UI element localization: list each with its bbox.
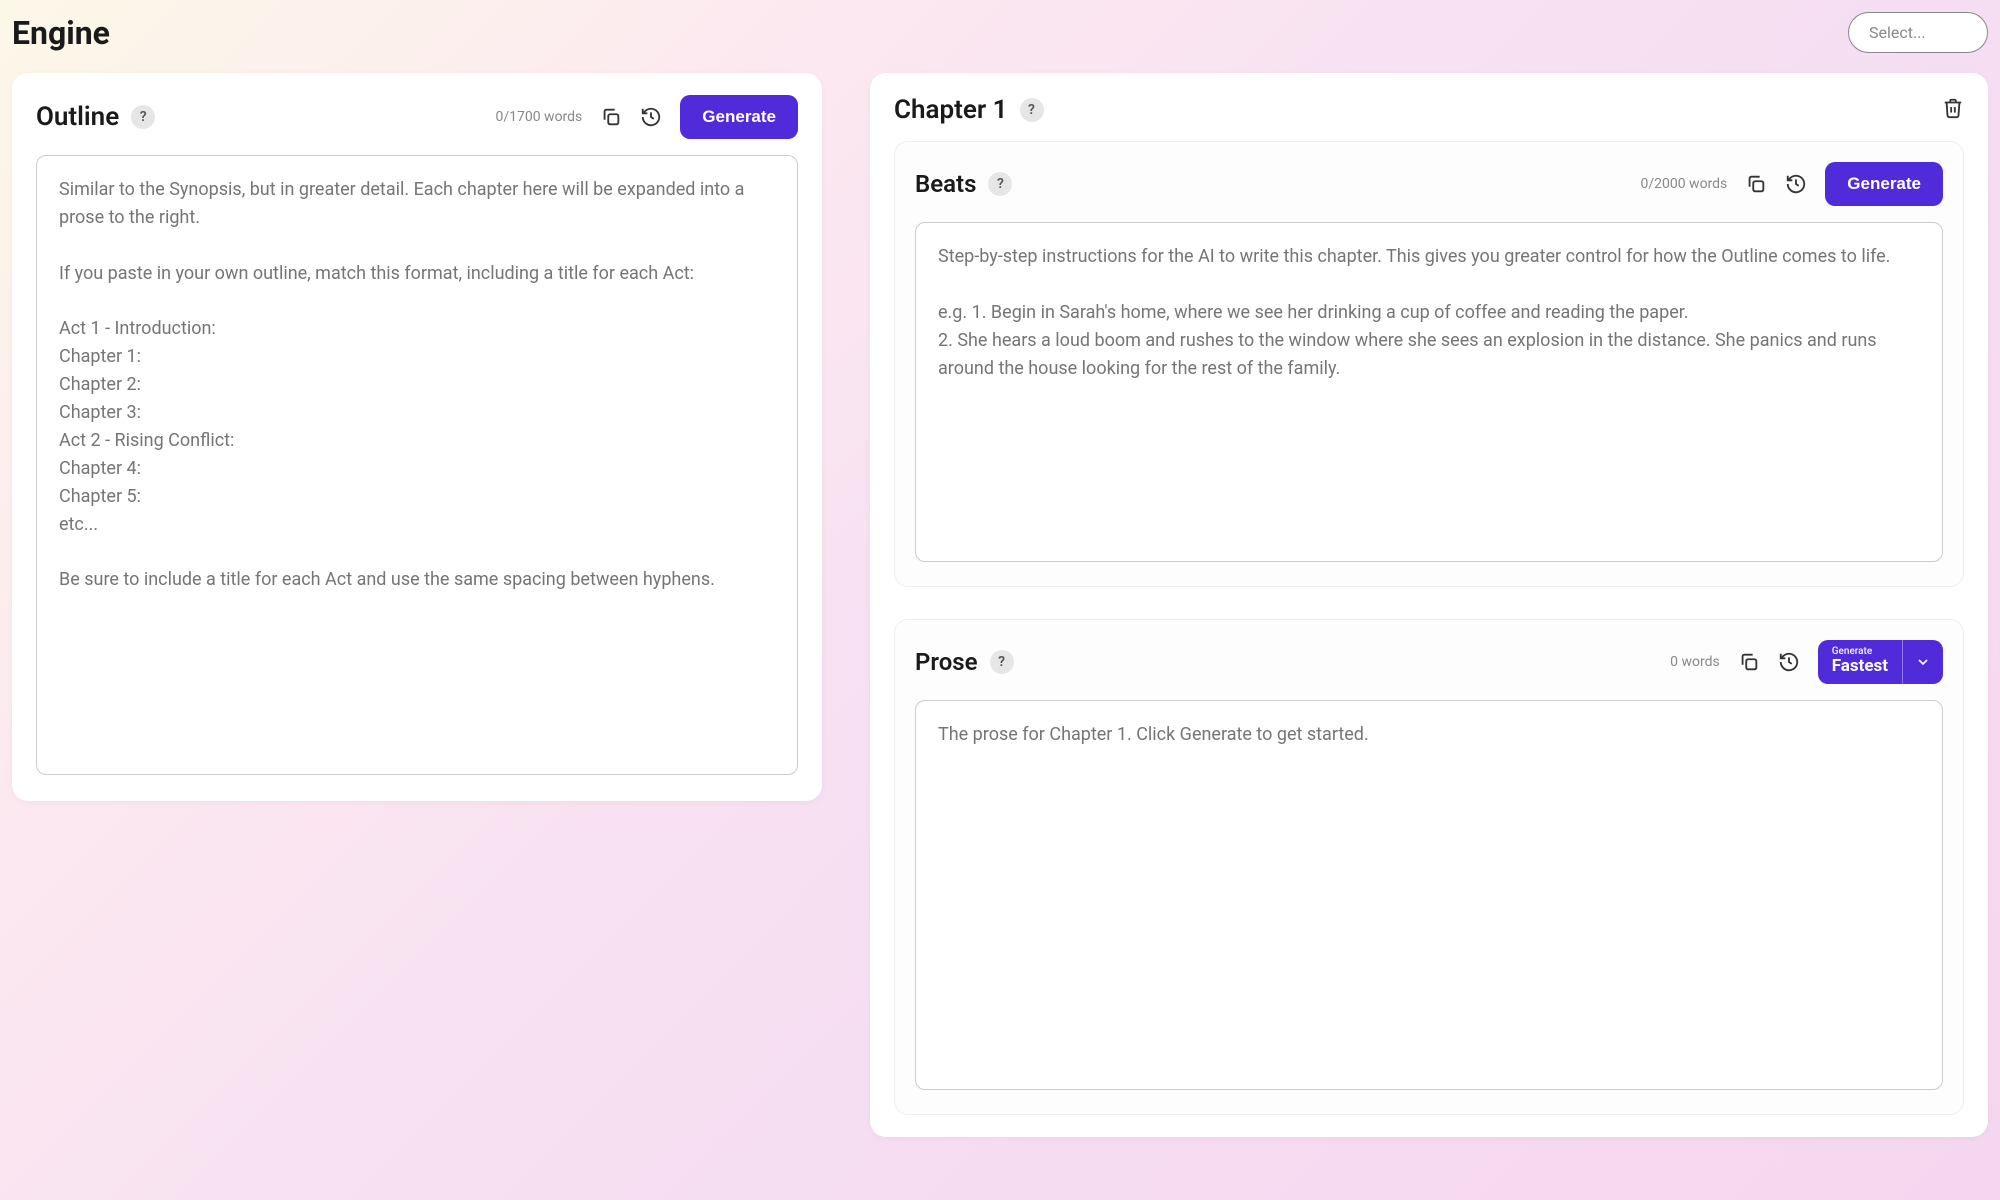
outline-word-count: 0/1700 words	[495, 109, 582, 125]
history-icon[interactable]	[1785, 173, 1807, 195]
chapter-help-icon[interactable]: ?	[1020, 98, 1044, 122]
prose-title: Prose	[915, 648, 978, 676]
history-icon[interactable]	[1778, 651, 1800, 673]
outline-generate-button[interactable]: Generate	[680, 95, 798, 139]
copy-icon[interactable]	[1738, 651, 1760, 673]
prose-textarea[interactable]	[915, 700, 1943, 1090]
delete-chapter-icon[interactable]	[1942, 97, 1964, 123]
prose-panel: Prose ? 0 words Generate	[894, 619, 1964, 1115]
page-title: Engine	[12, 14, 110, 52]
prose-generate-big-label: Fastest	[1832, 657, 1888, 676]
prose-generate-small-label: Generate	[1832, 646, 1873, 657]
outline-panel: Outline ? 0/1700 words Generate	[12, 73, 822, 801]
beats-help-icon[interactable]: ?	[988, 172, 1012, 196]
outline-help-icon[interactable]: ?	[131, 105, 155, 129]
chapter-panel: Chapter 1 ? Beats ? 0/2000 w	[870, 73, 1988, 1137]
chevron-down-icon[interactable]	[1902, 640, 1943, 684]
beats-generate-button[interactable]: Generate	[1825, 162, 1943, 206]
beats-word-count: 0/2000 words	[1640, 176, 1727, 192]
chapter-title: Chapter 1	[894, 95, 1008, 125]
copy-icon[interactable]	[600, 106, 622, 128]
prose-help-icon[interactable]: ?	[990, 650, 1014, 674]
prose-generate-button[interactable]: Generate Fastest	[1818, 640, 1943, 684]
beats-panel: Beats ? 0/2000 words Generate	[894, 141, 1964, 587]
outline-textarea[interactable]	[36, 155, 798, 775]
beats-textarea[interactable]	[915, 222, 1943, 562]
outline-title: Outline	[36, 102, 119, 132]
model-select[interactable]: Select...	[1848, 12, 1988, 53]
copy-icon[interactable]	[1745, 173, 1767, 195]
prose-word-count: 0 words	[1670, 654, 1720, 670]
beats-title: Beats	[915, 170, 976, 198]
history-icon[interactable]	[640, 106, 662, 128]
